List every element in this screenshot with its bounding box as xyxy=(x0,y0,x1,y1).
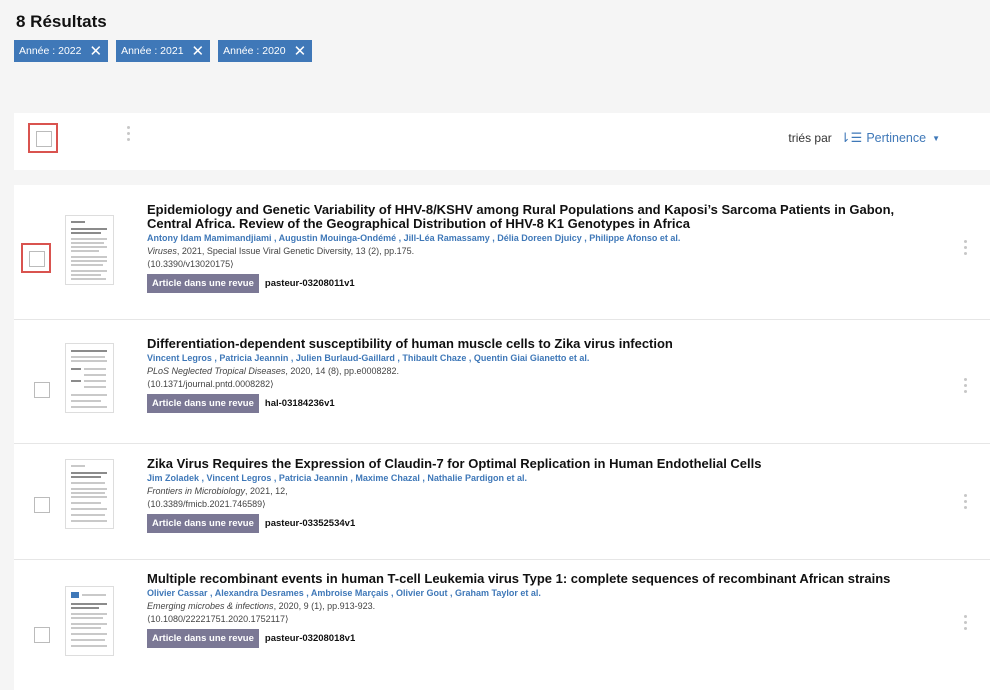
results-count: 8 Résultats xyxy=(16,12,107,31)
result-journal: Viruses xyxy=(147,246,177,256)
result-checkbox[interactable] xyxy=(34,382,50,398)
result-doi[interactable]: ⟨10.3390/v13020175⟩ xyxy=(147,258,920,271)
hal-id: pasteur-03352534v1 xyxy=(264,518,356,529)
result-actions-menu-icon[interactable] xyxy=(964,378,968,393)
results-list: Epidemiology and Genetic Variability of … xyxy=(14,185,990,690)
result-source-details: , 2021, Special Issue Viral Genetic Dive… xyxy=(176,246,415,256)
result-journal: PLoS Neglected Tropical Diseases xyxy=(147,366,286,376)
select-all-checkbox[interactable] xyxy=(36,131,52,147)
result-title[interactable]: Zika Virus Requires the Expression of Cl… xyxy=(147,457,920,471)
select-highlight xyxy=(21,243,51,273)
result-title[interactable]: Differentiation-dependent susceptibility… xyxy=(147,337,920,351)
result-doi[interactable]: ⟨10.3389/fmicb.2021.746589⟩ xyxy=(147,498,920,511)
result-source: Emerging microbes & infections, 2020, 9 … xyxy=(147,600,920,613)
document-type-badge: Article dans une revue xyxy=(147,274,259,293)
filter-chip-label: Année : 2022 xyxy=(19,45,82,57)
hal-id: hal-03184236v1 xyxy=(264,398,335,409)
result-item: Differentiation-dependent susceptibility… xyxy=(14,320,990,444)
hal-id: pasteur-03208011v1 xyxy=(264,278,355,289)
result-actions-menu-icon[interactable] xyxy=(964,494,968,509)
filter-chip-2020[interactable]: Année : 2020 ✕ xyxy=(218,40,313,62)
select-all-highlight xyxy=(28,123,58,153)
result-source: PLoS Neglected Tropical Diseases, 2020, … xyxy=(147,365,920,378)
document-type-badge: Article dans une revue xyxy=(147,514,259,533)
results-toolbar: triés par ⇂☰ Pertinence ▼ xyxy=(14,113,990,170)
result-authors[interactable]: Olivier Cassar , Alexandra Desrames , Am… xyxy=(147,587,920,600)
document-thumbnail[interactable] xyxy=(65,459,114,529)
result-checkbox[interactable] xyxy=(34,627,50,643)
filter-chip-label: Année : 2020 xyxy=(223,45,286,57)
hal-id: pasteur-03208018v1 xyxy=(264,633,356,644)
result-item: Zika Virus Requires the Expression of Cl… xyxy=(14,444,990,560)
result-title[interactable]: Multiple recombinant events in human T-c… xyxy=(147,572,920,586)
document-thumbnail[interactable] xyxy=(65,586,114,656)
caret-down-icon[interactable]: ▼ xyxy=(932,134,940,143)
filter-chip-2022[interactable]: Année : 2022 ✕ xyxy=(14,40,109,62)
result-authors[interactable]: Jim Zoladek , Vincent Legros , Patricia … xyxy=(147,472,920,485)
result-actions-menu-icon[interactable] xyxy=(964,615,968,630)
close-icon[interactable]: ✕ xyxy=(294,44,307,59)
document-thumbnail[interactable] xyxy=(65,343,114,413)
sort-control: triés par ⇂☰ Pertinence ▼ xyxy=(788,130,940,146)
result-source-details: , 2020, 14 (8), pp.e0008282. xyxy=(285,366,399,376)
result-journal: Emerging microbes & infections xyxy=(147,601,274,611)
sort-order-icon[interactable]: ⇂☰ xyxy=(840,130,863,146)
document-type-badge: Article dans une revue xyxy=(147,394,259,413)
result-item: Epidemiology and Genetic Variability of … xyxy=(14,185,990,320)
document-thumbnail[interactable] xyxy=(65,215,114,285)
active-filters: Année : 2022 ✕ Année : 2021 ✕ Année : 20… xyxy=(14,40,313,62)
filter-chip-label: Année : 2021 xyxy=(121,45,184,57)
document-type-badge: Article dans une revue xyxy=(147,629,259,648)
result-doi[interactable]: ⟨10.1080/22221751.2020.1752117⟩ xyxy=(147,613,920,626)
result-authors[interactable]: Antony Idam Mamimandjiami , Augustin Mou… xyxy=(147,232,920,245)
result-actions-menu-icon[interactable] xyxy=(964,240,968,255)
filter-chip-2021[interactable]: Année : 2021 ✕ xyxy=(116,40,211,62)
result-source-details: , 2021, 12, xyxy=(245,486,288,496)
close-icon[interactable]: ✕ xyxy=(192,44,205,59)
result-authors[interactable]: Vincent Legros , Patricia Jeannin , Juli… xyxy=(147,352,920,365)
result-item: Multiple recombinant events in human T-c… xyxy=(14,560,990,690)
close-icon[interactable]: ✕ xyxy=(89,44,102,59)
sort-dropdown[interactable]: Pertinence xyxy=(866,131,926,145)
result-source-details: , 2020, 9 (1), pp.913-923. xyxy=(273,601,376,611)
result-checkbox[interactable] xyxy=(29,251,45,267)
result-doi[interactable]: ⟨10.1371/journal.pntd.0008282⟩ xyxy=(147,378,920,391)
result-source: Viruses, 2021, Special Issue Viral Genet… xyxy=(147,245,920,258)
result-checkbox[interactable] xyxy=(34,497,50,513)
bulk-actions-menu-icon[interactable] xyxy=(127,126,131,141)
result-journal: Frontiers in Microbiology xyxy=(147,486,246,496)
sort-label: triés par xyxy=(788,131,832,145)
result-source: Frontiers in Microbiology, 2021, 12, xyxy=(147,485,920,498)
result-title[interactable]: Epidemiology and Genetic Variability of … xyxy=(147,203,920,231)
